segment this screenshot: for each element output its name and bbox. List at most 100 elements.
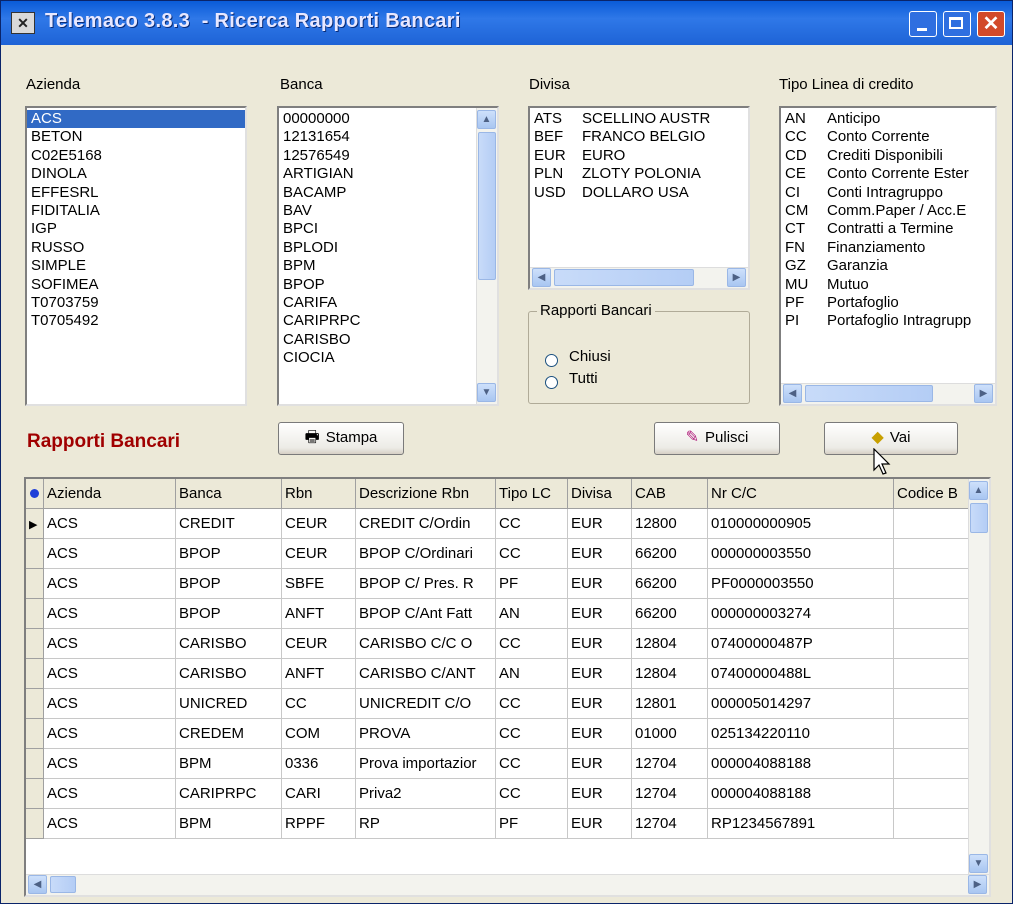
minimize-button[interactable]	[909, 11, 937, 37]
azienda-item[interactable]: RUSSO	[27, 239, 245, 257]
tipo-linea-item[interactable]: FN Finanziamento	[781, 239, 995, 257]
banca-vertical-scrollbar[interactable]: ▲ ▼	[476, 108, 497, 404]
grid-cell[interactable]: ACS	[44, 629, 176, 659]
grid-cell[interactable]: CREDIT C/Ordin	[356, 509, 496, 539]
grid-cell[interactable]	[894, 629, 972, 659]
grid-cell[interactable]	[894, 659, 972, 689]
radio-tutti-label[interactable]: Tutti	[569, 370, 598, 387]
scroll-right-icon[interactable]: ▶	[974, 384, 993, 403]
tipo-linea-item[interactable]: CD Crediti Disponibili	[781, 147, 995, 165]
grid-cell[interactable]	[894, 809, 972, 839]
azienda-item[interactable]: BETON	[27, 128, 245, 146]
grid-cell[interactable]: 66200	[632, 539, 708, 569]
grid-cell[interactable]: RP1234567891	[708, 809, 894, 839]
grid-column-header[interactable]: Nr C/C	[708, 479, 894, 509]
banca-item[interactable]: BAV	[279, 202, 497, 220]
banca-item[interactable]: ARTIGIAN	[279, 165, 497, 183]
grid-cell[interactable]: EUR	[568, 719, 632, 749]
grid-cell[interactable]	[894, 779, 972, 809]
azienda-item[interactable]: SIMPLE	[27, 257, 245, 275]
grid-cell[interactable]: EUR	[568, 629, 632, 659]
grid-cell[interactable]: Priva2	[356, 779, 496, 809]
pulisci-button[interactable]: ✎ Pulisci	[654, 422, 780, 455]
scroll-left-icon[interactable]: ◀	[28, 875, 47, 894]
grid-cell[interactable]: EUR	[568, 509, 632, 539]
grid-cell[interactable]	[894, 539, 972, 569]
grid-cell[interactable]: ACS	[44, 749, 176, 779]
tipo-linea-item[interactable]: GZ Garanzia	[781, 257, 995, 275]
maximize-button[interactable]	[943, 11, 971, 37]
grid-cell[interactable]: Prova importazior	[356, 749, 496, 779]
row-indicator[interactable]	[26, 749, 44, 779]
grid-cell[interactable]	[894, 749, 972, 779]
tipo-linea-item[interactable]: MU Mutuo	[781, 276, 995, 294]
divisa-item[interactable]: ATS SCELLINO AUSTR	[530, 110, 748, 128]
scroll-right-icon[interactable]: ▶	[968, 875, 987, 894]
scroll-thumb[interactable]	[970, 503, 988, 533]
divisa-item[interactable]: BEF FRANCO BELGIO	[530, 128, 748, 146]
grid-cell[interactable]: BPM	[176, 809, 282, 839]
grid-cell[interactable]: 12804	[632, 659, 708, 689]
grid-cell[interactable]: 000004088188	[708, 779, 894, 809]
grid-cell[interactable]: CREDIT	[176, 509, 282, 539]
banca-item[interactable]: CARISBO	[279, 331, 497, 349]
grid-cell[interactable]: 12804	[632, 629, 708, 659]
azienda-item[interactable]: SOFIMEA	[27, 276, 245, 294]
grid-cell[interactable]: 12704	[632, 779, 708, 809]
grid-cell[interactable]: 0336	[282, 749, 356, 779]
tipo-linea-item[interactable]: CT Contratti a Termine	[781, 220, 995, 238]
grid-cell[interactable]: CEUR	[282, 629, 356, 659]
rapporti-grid[interactable]: Azienda Banca Rbn Descrizione Rbn Tipo LC Div…	[24, 477, 991, 897]
scroll-thumb[interactable]	[554, 269, 694, 286]
grid-cell[interactable]: CC	[496, 539, 568, 569]
grid-column-header[interactable]: Rbn	[282, 479, 356, 509]
grid-cell[interactable]: ACS	[44, 659, 176, 689]
divisa-item[interactable]: EUR EURO	[530, 147, 748, 165]
scroll-thumb[interactable]	[50, 876, 76, 893]
azienda-item[interactable]: T0705492	[27, 312, 245, 330]
grid-cell[interactable]: CEUR	[282, 509, 356, 539]
grid-cell[interactable]: 000004088188	[708, 749, 894, 779]
stampa-button[interactable]: 🖶 Stampa	[278, 422, 404, 455]
scroll-left-icon[interactable]: ◀	[532, 268, 551, 287]
grid-cell[interactable]: CREDEM	[176, 719, 282, 749]
banca-item[interactable]: CARIFA	[279, 294, 497, 312]
azienda-item[interactable]: FIDITALIA	[27, 202, 245, 220]
grid-cell[interactable]: CARISBO C/C O	[356, 629, 496, 659]
row-indicator[interactable]	[26, 539, 44, 569]
grid-cell[interactable]: UNICRED	[176, 689, 282, 719]
scroll-up-icon[interactable]: ▲	[477, 110, 496, 129]
divisa-item[interactable]: USD DOLLARO USA	[530, 184, 748, 202]
row-indicator[interactable]	[26, 809, 44, 839]
row-indicator[interactable]: ▶	[26, 509, 44, 539]
row-indicator[interactable]	[26, 689, 44, 719]
grid-column-header[interactable]: Banca	[176, 479, 282, 509]
grid-cell[interactable]: 12800	[632, 509, 708, 539]
grid-cell[interactable]: EUR	[568, 539, 632, 569]
grid-horizontal-scrollbar[interactable]: ◀ ▶	[26, 874, 989, 895]
grid-cell[interactable]: 12704	[632, 749, 708, 779]
grid-cell[interactable]: ACS	[44, 569, 176, 599]
grid-cell[interactable]: CC	[496, 719, 568, 749]
grid-cell[interactable]: BPOP	[176, 599, 282, 629]
grid-cell[interactable]: PF0000003550	[708, 569, 894, 599]
grid-column-header[interactable]: Azienda	[44, 479, 176, 509]
grid-cell[interactable]: CARISBO C/ANT	[356, 659, 496, 689]
azienda-item[interactable]: EFFESRL	[27, 184, 245, 202]
grid-cell[interactable]: CC	[282, 689, 356, 719]
grid-cell[interactable]: EUR	[568, 749, 632, 779]
grid-cell[interactable]: 000000003274	[708, 599, 894, 629]
tipo-linea-listbox[interactable]: AN Anticipo CC Conto Corrente CD Crediti Disp…	[779, 106, 997, 406]
banca-item[interactable]: BPM	[279, 257, 497, 275]
banca-item[interactable]: CIOCIA	[279, 349, 497, 367]
grid-cell[interactable]: BPOP C/ Pres. R	[356, 569, 496, 599]
grid-cell[interactable]: CC	[496, 689, 568, 719]
grid-cell[interactable]	[894, 509, 972, 539]
grid-cell[interactable]	[894, 689, 972, 719]
grid-cell[interactable]	[894, 569, 972, 599]
divisa-listbox[interactable]: ATS SCELLINO AUSTR BEF FRANCO BELGIO EUR EURO…	[528, 106, 750, 290]
grid-cell[interactable]: ACS	[44, 539, 176, 569]
radio-chiusi[interactable]	[545, 354, 558, 367]
grid-cell[interactable]: AN	[496, 599, 568, 629]
azienda-item[interactable]: DINOLA	[27, 165, 245, 183]
